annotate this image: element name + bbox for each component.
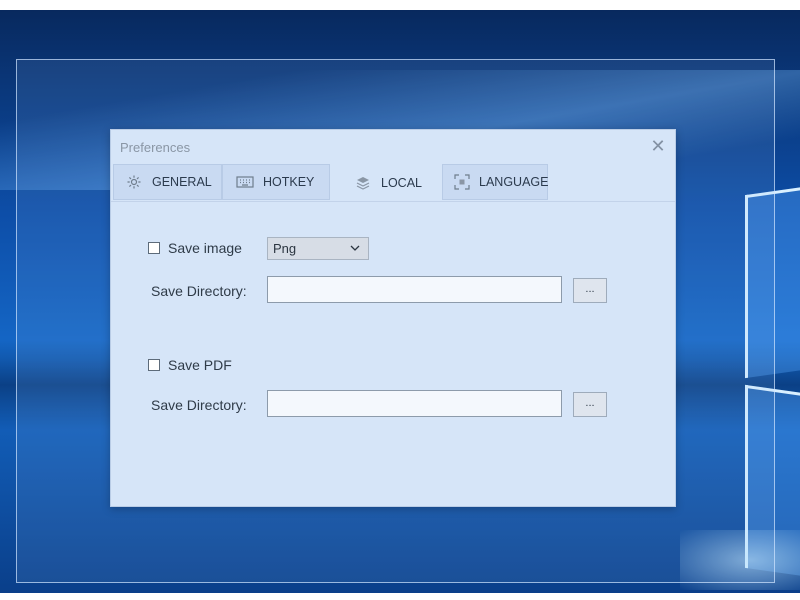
- save-pdf-checkbox[interactable]: [148, 359, 160, 371]
- pdf-directory-row: Save Directory:: [151, 397, 247, 413]
- image-directory-row: Save Directory:: [151, 283, 247, 299]
- tab-bar: GENERAL HOTKEY LOCAL LANGUAGE: [111, 164, 675, 202]
- tab-hotkey[interactable]: HOTKEY: [222, 164, 330, 200]
- close-button[interactable]: ✕: [647, 136, 669, 158]
- tab-local[interactable]: LOCAL: [330, 164, 442, 201]
- save-image-row: Save image: [148, 240, 242, 256]
- image-format-value: Png: [273, 241, 297, 256]
- save-image-label: Save image: [168, 240, 242, 256]
- save-image-checkbox[interactable]: [148, 242, 160, 254]
- save-pdf-row: Save PDF: [148, 357, 232, 373]
- chevron-down-icon: [349, 242, 361, 257]
- layers-icon: [354, 175, 372, 191]
- language-icon: [454, 174, 470, 190]
- tab-local-label: LOCAL: [381, 175, 422, 190]
- pdf-directory-input[interactable]: [267, 390, 562, 417]
- tab-general[interactable]: GENERAL: [113, 164, 222, 200]
- image-format-dropdown[interactable]: Png: [267, 237, 369, 260]
- local-settings-panel: Save image Png Save Directory: ... Save …: [111, 202, 675, 504]
- image-directory-input[interactable]: [267, 276, 562, 303]
- dialog-title: Preferences: [120, 140, 191, 155]
- image-directory-label: Save Directory:: [151, 283, 247, 299]
- pdf-directory-label: Save Directory:: [151, 397, 247, 413]
- tab-general-label: GENERAL: [152, 175, 212, 189]
- image-browse-button[interactable]: ...: [573, 278, 607, 303]
- title-bar: Preferences ✕: [111, 130, 675, 164]
- tab-language[interactable]: LANGUAGE: [442, 164, 548, 200]
- keyboard-icon: [236, 174, 254, 190]
- tab-language-label: LANGUAGE: [479, 175, 549, 189]
- pdf-browse-button[interactable]: ...: [573, 392, 607, 417]
- save-pdf-label: Save PDF: [168, 357, 232, 373]
- tab-hotkey-label: HOTKEY: [263, 175, 315, 189]
- preferences-dialog: Preferences ✕ GENERAL HOTKEY LOCAL LANGU…: [110, 129, 676, 507]
- gear-icon: [125, 174, 143, 190]
